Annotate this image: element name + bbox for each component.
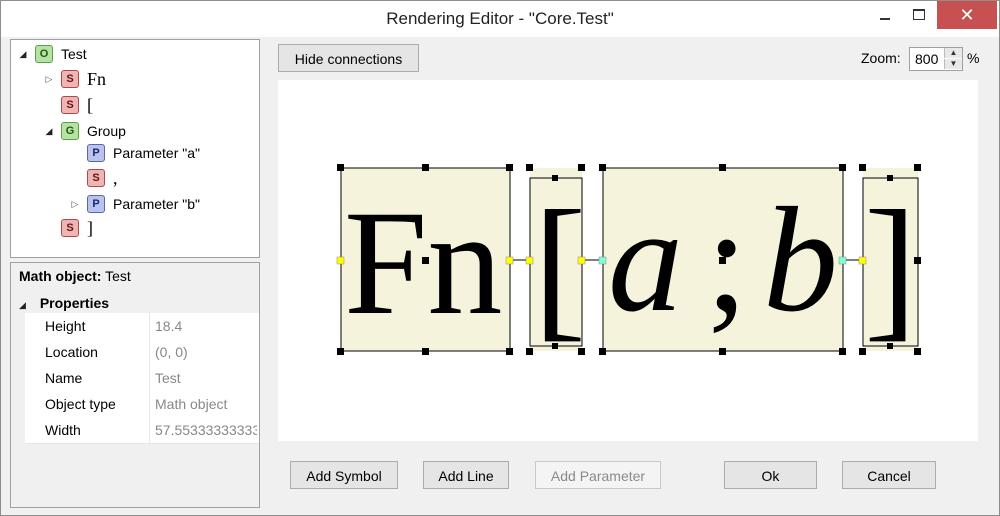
close-icon: ✕ (959, 5, 975, 25)
semicolon-glyph: ; (706, 177, 748, 343)
collapse-triangle-icon[interactable]: ◢ (43, 126, 55, 137)
tree-node-rbracket[interactable]: S ] (61, 217, 93, 239)
expand-triangle-icon[interactable]: ▷ (43, 74, 55, 85)
group-badge-icon: G (61, 122, 79, 140)
connection-point[interactable] (577, 256, 586, 265)
property-row-object-type[interactable]: Object type Math object (25, 391, 259, 418)
object-badge-icon: O (35, 45, 53, 63)
add-line-button[interactable]: Add Line (423, 461, 509, 489)
column-divider (149, 313, 150, 339)
rendering-editor-window: Rendering Editor - "Core.Test" ✕ ◢ O Tes… (0, 0, 1000, 516)
tree-node-label: Parameter "b" (113, 196, 200, 212)
column-divider (149, 365, 150, 391)
connection-point[interactable] (525, 256, 534, 265)
property-row-location[interactable]: Location (0, 0) (25, 339, 259, 366)
category-label: Properties (39, 295, 110, 311)
symbol-badge-icon: S (61, 219, 79, 237)
spin-down-icon[interactable]: ▼ (944, 59, 962, 69)
rendering-canvas[interactable]: Fn [ a ; b ] (278, 80, 978, 441)
title-bar: Rendering Editor - "Core.Test" ✕ (1, 1, 999, 37)
tree-node-label: ] (87, 217, 93, 238)
connection-point[interactable] (838, 256, 847, 265)
symbol-badge-icon: S (87, 169, 105, 187)
window-title: Rendering Editor - "Core.Test" (386, 9, 614, 28)
object-type-label: Math object: (19, 268, 102, 284)
object-name: Test (105, 268, 131, 284)
property-name: Object type (45, 396, 116, 412)
tree-node-root[interactable]: ◢ O Test (17, 43, 87, 65)
rbracket-glyph: ] (864, 177, 917, 355)
property-name: Location (45, 344, 98, 360)
connection-point[interactable] (336, 256, 345, 265)
maximize-button[interactable] (907, 1, 931, 29)
property-row-width[interactable]: Width 57.5533333333333 (25, 417, 259, 444)
hide-connections-button[interactable]: Hide connections (278, 44, 419, 72)
property-grid-header: Math object: Test (19, 268, 131, 284)
formula-drawing[interactable]: Fn [ a ; b ] (278, 80, 978, 441)
symbol-badge-icon: S (61, 70, 79, 88)
tree-node-group[interactable]: ◢ G Group (43, 120, 126, 142)
property-value[interactable]: Test (155, 370, 257, 386)
zoom-unit: % (967, 50, 980, 66)
property-name: Name (45, 370, 83, 386)
zoom-label: Zoom: (861, 50, 901, 66)
property-grid[interactable]: Math object: Test ◢ Properties Height 18… (10, 262, 260, 508)
spin-up-icon[interactable]: ▲ (944, 48, 962, 58)
close-button[interactable]: ✕ (937, 1, 997, 29)
object-tree[interactable]: ◢ O Test ▷ S Fn S [ ◢ G Group P Paramete… (10, 39, 260, 258)
property-name: Width (45, 422, 81, 438)
parameter-badge-icon: P (87, 144, 105, 162)
tree-node-fn[interactable]: ▷ S Fn (43, 68, 106, 90)
connection-point[interactable] (858, 256, 867, 265)
zoom-input[interactable]: 800 (915, 51, 938, 67)
tree-node-label: Fn (87, 68, 107, 89)
symbol-badge-icon: S (61, 96, 79, 114)
tree-node-label: Group (87, 123, 126, 139)
column-divider (149, 339, 150, 365)
b-glyph: b (763, 177, 838, 343)
collapse-triangle-icon[interactable]: ◢ (17, 49, 29, 60)
ok-button[interactable]: Ok (724, 461, 817, 489)
add-symbol-button[interactable]: Add Symbol (290, 461, 398, 489)
tree-node-label: Parameter "a" (113, 145, 200, 161)
cancel-button[interactable]: Cancel (842, 461, 936, 489)
minimize-button[interactable] (863, 1, 907, 29)
tree-node-param-a[interactable]: P Parameter "a" (87, 142, 200, 164)
property-category[interactable]: ◢ Properties (19, 295, 109, 311)
a-glyph: a (608, 177, 683, 343)
lbracket-glyph: [ (533, 177, 586, 355)
zoom-spinbox[interactable]: 800 ▲ ▼ (909, 47, 963, 71)
collapse-triangle-icon[interactable]: ◢ (19, 300, 26, 310)
column-divider (149, 391, 150, 417)
tree-node-label: [ (87, 94, 93, 115)
property-name: Height (45, 318, 86, 334)
column-divider (149, 417, 150, 443)
property-value[interactable]: (0, 0) (155, 344, 257, 360)
connection-point[interactable] (505, 256, 514, 265)
tree-node-param-b[interactable]: ▷ P Parameter "b" (69, 193, 200, 215)
tree-node-comma[interactable]: S , (87, 167, 118, 189)
property-value[interactable]: Math object (155, 396, 257, 412)
tree-node-lbracket[interactable]: S [ (61, 94, 93, 116)
expand-triangle-icon[interactable]: ▷ (69, 199, 81, 210)
property-row-name[interactable]: Name Test (25, 365, 259, 392)
property-value[interactable]: 57.5533333333333 (155, 422, 257, 438)
add-parameter-button[interactable]: Add Parameter (535, 461, 661, 489)
property-value[interactable]: 18.4 (155, 318, 257, 334)
parameter-badge-icon: P (87, 195, 105, 213)
tree-node-label: , (113, 167, 118, 188)
tree-node-label: Test (61, 46, 87, 62)
property-row-height[interactable]: Height 18.4 (25, 313, 259, 340)
connection-point[interactable] (598, 256, 607, 265)
